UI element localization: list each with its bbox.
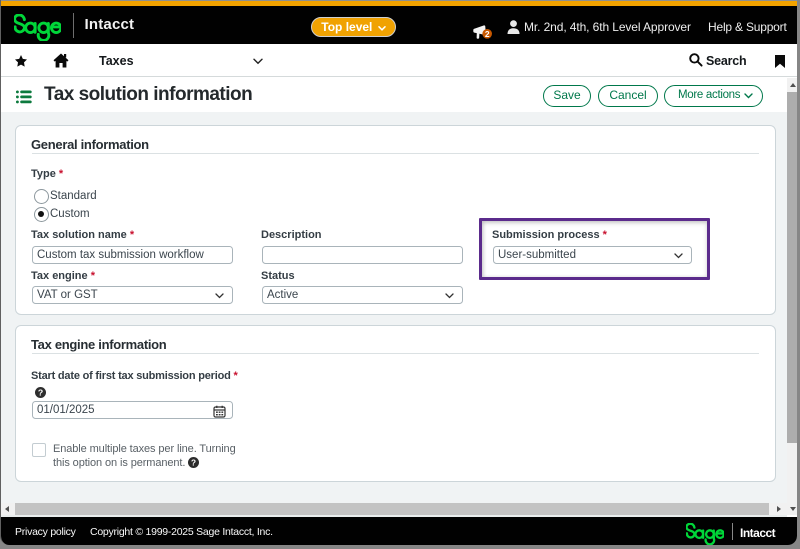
svg-text:2: 2 — [485, 29, 490, 39]
svg-text:?: ? — [37, 387, 42, 397]
svg-text:?: ? — [191, 458, 196, 467]
